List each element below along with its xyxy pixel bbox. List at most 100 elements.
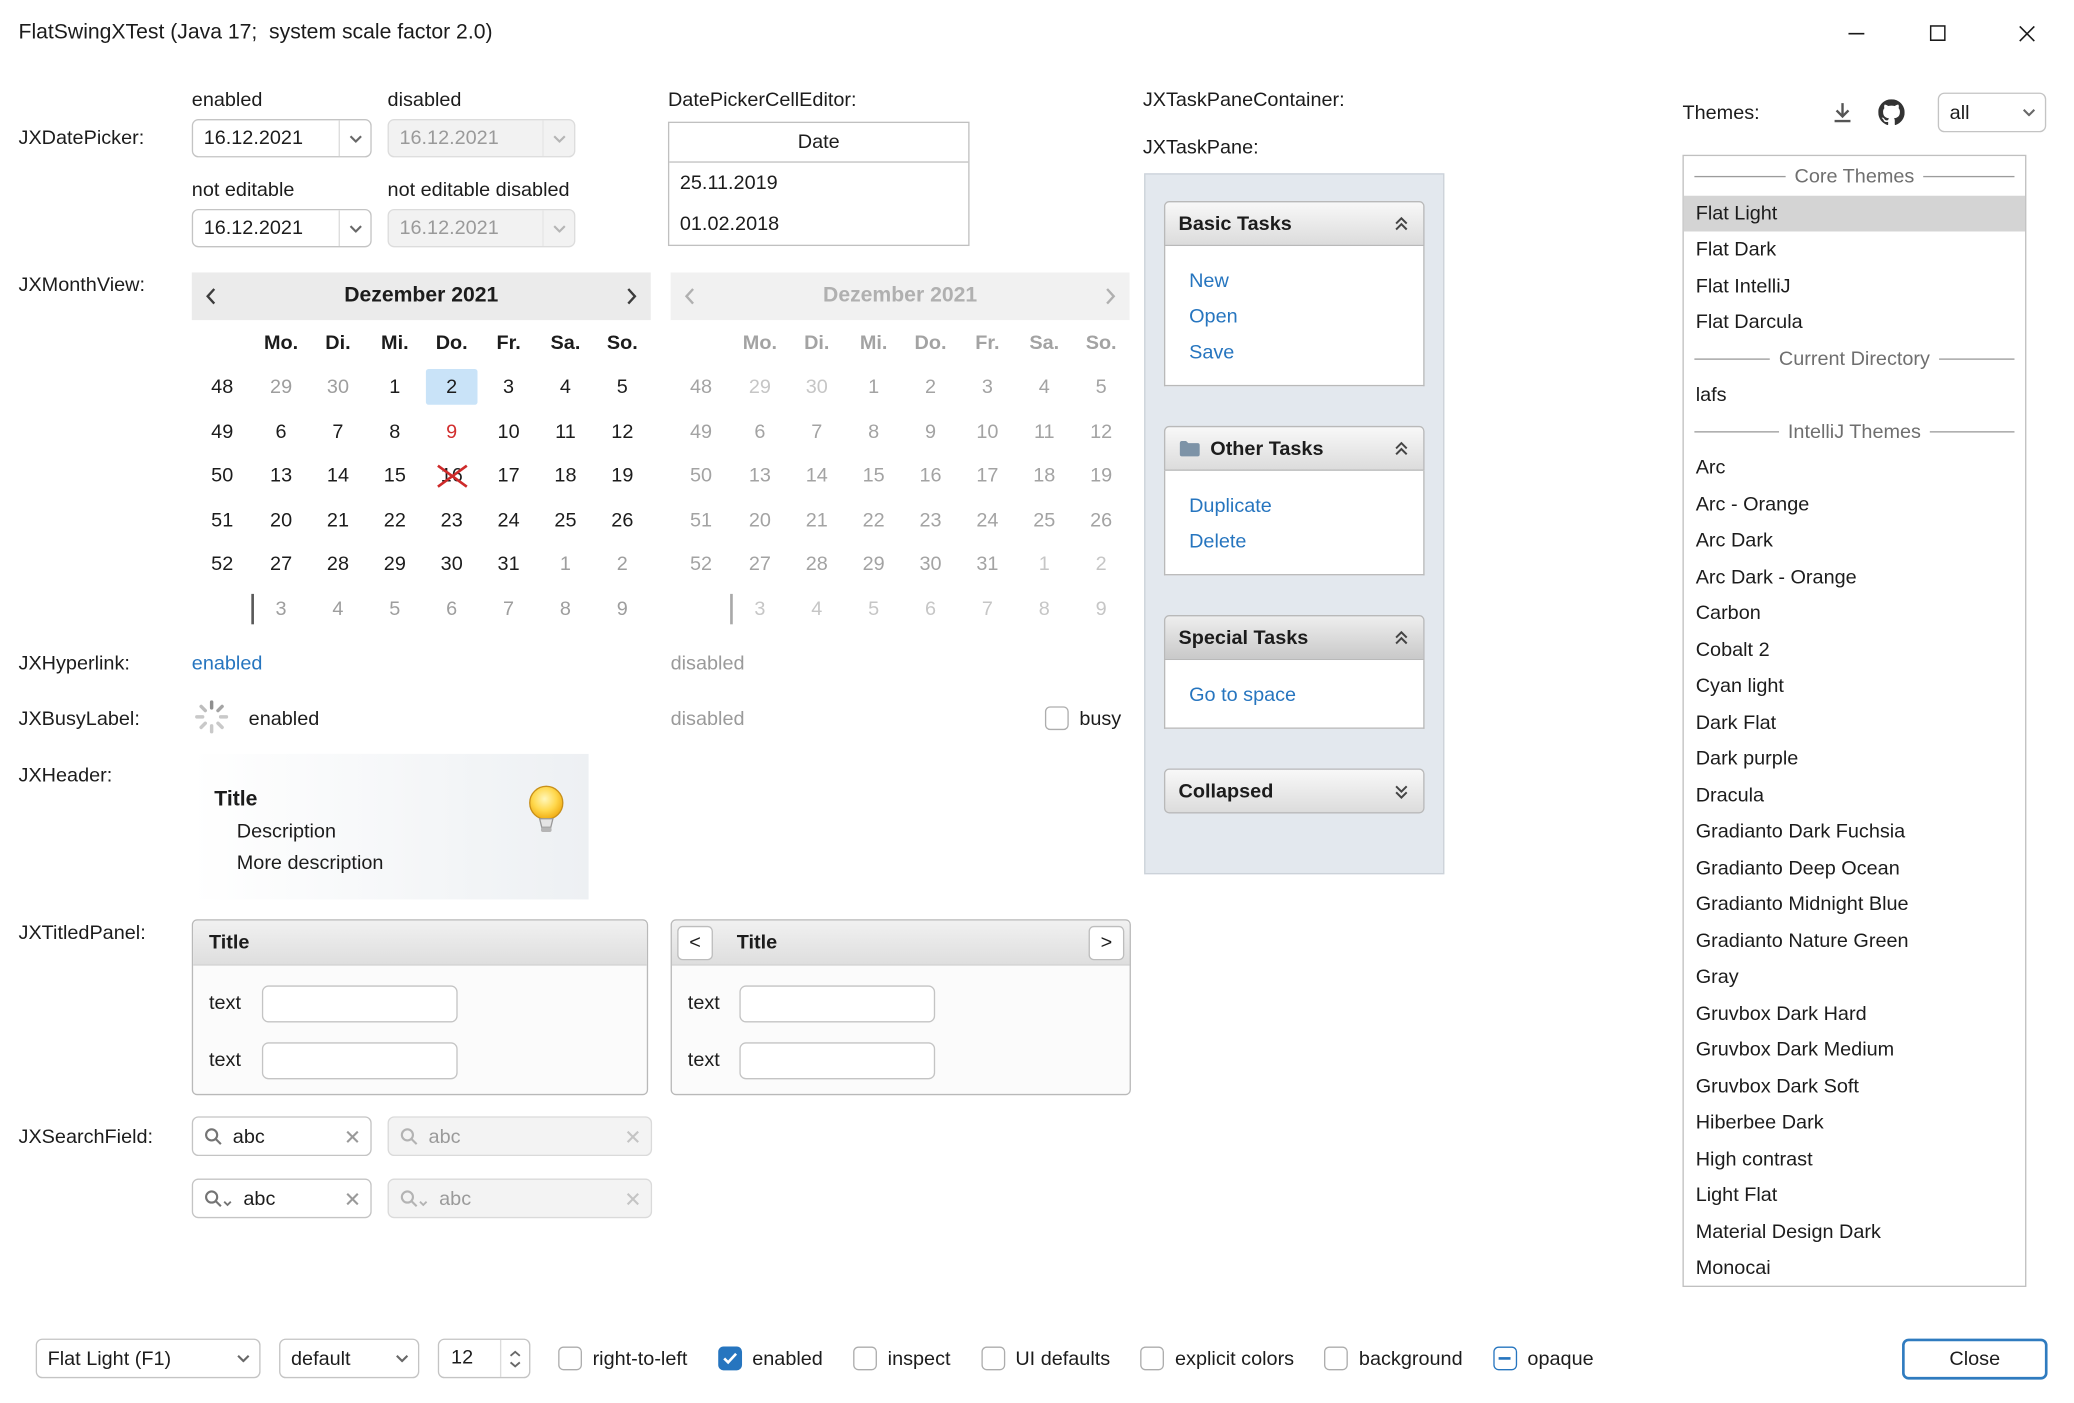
next-month-button[interactable] <box>626 287 638 306</box>
theme-item[interactable]: Nord <box>1684 1286 2025 1287</box>
maximize-button[interactable] <box>1897 0 1979 66</box>
theme-item[interactable]: Gradianto Deep Ocean <box>1684 850 2025 886</box>
text-input[interactable] <box>739 985 935 1022</box>
theme-item[interactable]: Flat Darcula <box>1684 304 2025 340</box>
day-cell[interactable]: 5 <box>594 365 651 409</box>
taskpane-title[interactable]: Other Tasks <box>1164 426 1425 471</box>
checkbox-opaque[interactable]: opaque <box>1493 1347 1594 1371</box>
chevron-down-icon[interactable] <box>339 210 371 246</box>
theme-item[interactable]: Arc - Orange <box>1684 486 2025 522</box>
theme-item[interactable]: Hiberbee Dark <box>1684 1104 2025 1140</box>
themes-filter-combo[interactable]: all <box>1938 93 2046 133</box>
close-window-button[interactable] <box>1979 0 2074 66</box>
theme-item[interactable]: lafs <box>1684 377 2025 413</box>
theme-item[interactable]: Cyan light <box>1684 668 2025 704</box>
checkbox-box[interactable] <box>1045 706 1069 730</box>
day-cell[interactable]: 16 <box>423 454 480 498</box>
day-cell[interactable]: 4 <box>537 365 594 409</box>
theme-item[interactable]: Dracula <box>1684 777 2025 813</box>
day-cell[interactable]: 13 <box>253 454 310 498</box>
day-cell[interactable]: 2 <box>594 542 651 586</box>
combo-value[interactable]: all <box>1939 101 2013 123</box>
theme-item[interactable]: Monocai <box>1684 1250 2025 1286</box>
task-link[interactable]: Delete <box>1189 524 1423 560</box>
download-button[interactable] <box>1825 95 1859 129</box>
theme-item[interactable]: Gruvbox Dark Medium <box>1684 1032 2025 1068</box>
title-left-button[interactable]: < <box>677 925 713 959</box>
text-input[interactable] <box>262 1042 458 1079</box>
text-input[interactable] <box>739 1042 935 1079</box>
theme-item[interactable]: Flat IntelliJ <box>1684 268 2025 304</box>
theme-item[interactable]: Material Design Dark <box>1684 1214 2025 1250</box>
theme-item[interactable]: Dark Flat <box>1684 704 2025 740</box>
day-cell[interactable]: 25 <box>537 498 594 542</box>
day-cell[interactable]: 3 <box>253 587 310 631</box>
day-cell[interactable]: 9 <box>423 409 480 453</box>
busy-checkbox[interactable]: busy <box>1045 706 1121 730</box>
minimize-button[interactable] <box>1815 0 1897 66</box>
checkbox-box[interactable] <box>853 1347 877 1371</box>
table-row[interactable]: 25.11.2019 <box>669 163 968 204</box>
font-size-spinner[interactable]: 12 <box>438 1339 531 1379</box>
search-field-enabled[interactable]: abc <box>192 1116 372 1156</box>
checkbox-right-to-left[interactable]: right-to-left <box>558 1347 687 1371</box>
theme-item[interactable]: Gray <box>1684 959 2025 995</box>
day-cell[interactable]: 7 <box>480 587 537 631</box>
theme-item[interactable]: Gradianto Midnight Blue <box>1684 886 2025 922</box>
day-cell[interactable]: 4 <box>310 587 367 631</box>
theme-item[interactable]: Cobalt 2 <box>1684 632 2025 668</box>
day-cell[interactable]: 18 <box>537 454 594 498</box>
datepicker-value[interactable]: 16.12.2021 <box>193 127 338 149</box>
search-with-menu-icon[interactable] <box>204 1189 233 1208</box>
date-column-header[interactable]: Date <box>669 123 968 163</box>
day-cell[interactable]: 27 <box>253 542 310 586</box>
theme-item[interactable]: High contrast <box>1684 1141 2025 1177</box>
checkbox-box[interactable] <box>1325 1347 1349 1371</box>
day-cell[interactable]: 29 <box>366 542 423 586</box>
day-cell[interactable]: 17 <box>480 454 537 498</box>
day-cell[interactable]: 30 <box>423 542 480 586</box>
checkbox-inspect[interactable]: inspect <box>853 1347 950 1371</box>
day-cell[interactable]: 5 <box>366 587 423 631</box>
day-cell[interactable]: 8 <box>366 409 423 453</box>
collapse-icon[interactable] <box>1393 440 1410 457</box>
chevron-down-icon[interactable] <box>339 120 371 156</box>
theme-item[interactable]: Gradianto Nature Green <box>1684 923 2025 959</box>
clear-icon[interactable] <box>345 1191 360 1206</box>
day-cell[interactable]: 12 <box>594 409 651 453</box>
taskpane-title[interactable]: Special Tasks <box>1164 615 1425 660</box>
previous-month-button[interactable] <box>205 287 217 306</box>
combo-value[interactable]: Flat Light (F1) <box>37 1347 227 1369</box>
theme-item[interactable]: Arc Dark - Orange <box>1684 559 2025 595</box>
day-cell[interactable]: 21 <box>310 498 367 542</box>
day-cell[interactable]: 29 <box>253 365 310 409</box>
search-input[interactable]: abc <box>243 1187 345 1209</box>
day-cell[interactable]: 9 <box>594 587 651 631</box>
checkbox-UI-defaults[interactable]: UI defaults <box>981 1347 1110 1371</box>
theme-item[interactable]: Flat Light <box>1684 195 2025 231</box>
theme-item[interactable]: Light Flat <box>1684 1177 2025 1213</box>
collapse-icon[interactable] <box>1393 215 1410 232</box>
day-cell[interactable]: 6 <box>253 409 310 453</box>
hyperlink-enabled[interactable]: enabled <box>192 651 263 677</box>
datepicker-not-editable[interactable]: 16.12.2021 <box>192 209 372 247</box>
day-cell[interactable]: 31 <box>480 542 537 586</box>
datepicker-enabled[interactable]: 16.12.2021 <box>192 119 372 157</box>
task-link[interactable]: Duplicate <box>1189 488 1423 524</box>
theme-item[interactable]: Arc Dark <box>1684 522 2025 558</box>
checkbox-box[interactable] <box>558 1347 582 1371</box>
day-cell[interactable]: 14 <box>310 454 367 498</box>
title-right-button[interactable]: > <box>1089 925 1125 959</box>
day-cell[interactable]: 22 <box>366 498 423 542</box>
theme-item[interactable]: Dark purple <box>1684 741 2025 777</box>
spinner-down-button[interactable] <box>509 1360 521 1367</box>
table-row[interactable]: 01.02.2018 <box>669 204 968 245</box>
day-cell[interactable]: 23 <box>423 498 480 542</box>
checkbox-box[interactable] <box>1141 1347 1165 1371</box>
laf-combo[interactable]: Flat Light (F1) <box>36 1339 261 1379</box>
checkbox-box[interactable] <box>1493 1347 1517 1371</box>
day-cell[interactable]: 26 <box>594 498 651 542</box>
task-link[interactable]: New <box>1189 263 1423 299</box>
day-cell[interactable]: 10 <box>480 409 537 453</box>
day-cell[interactable]: 19 <box>594 454 651 498</box>
